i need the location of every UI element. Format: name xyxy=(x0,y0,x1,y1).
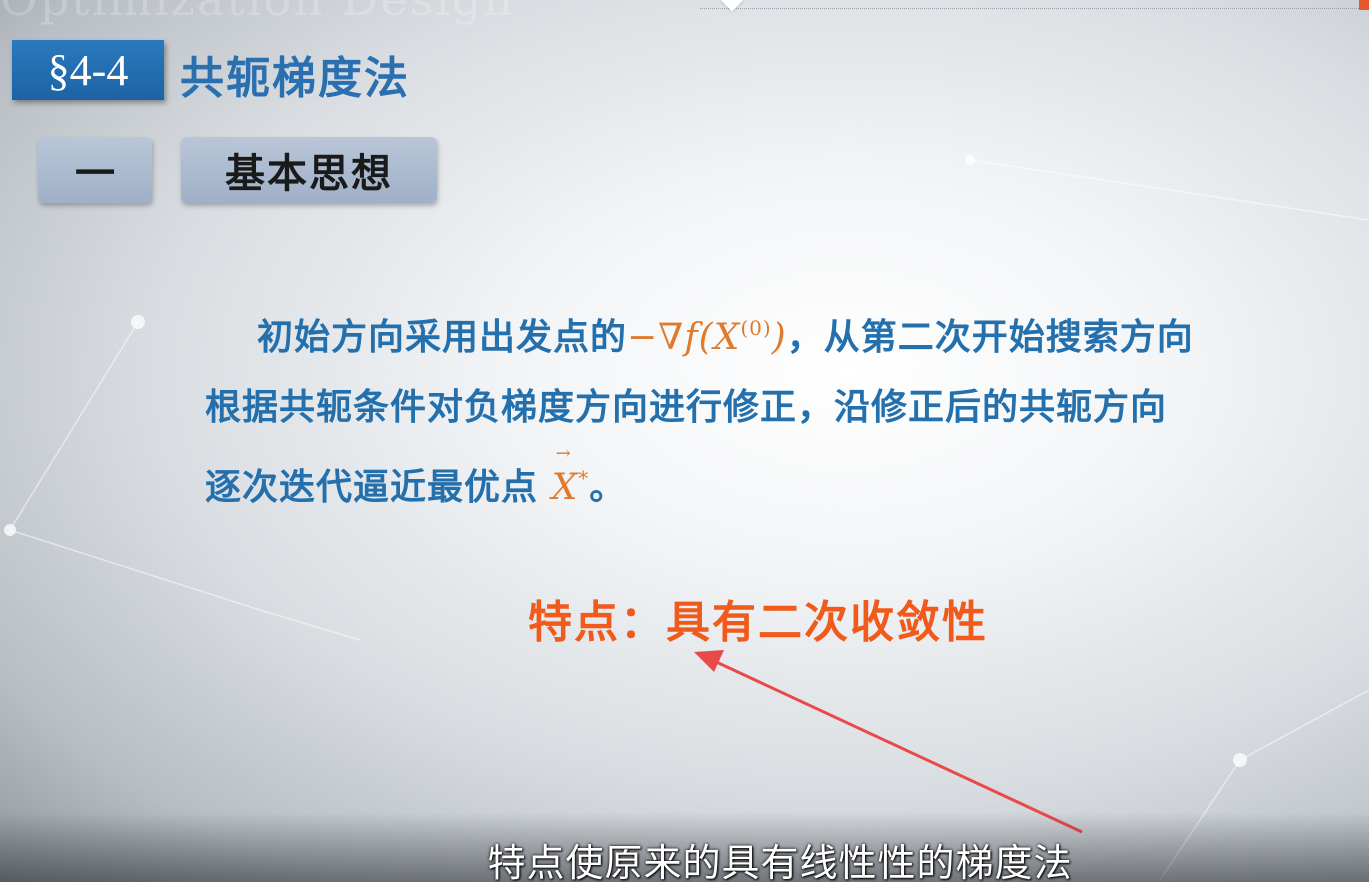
optimum-point-formula: X* xyxy=(551,419,590,523)
section-number-badge: §4-4 xyxy=(12,40,164,100)
formula-superscript: (0) xyxy=(740,316,772,340)
paragraph-line-3: 逐次迭代逼近最优点 X*。 xyxy=(205,419,1345,523)
top-divider xyxy=(700,0,1369,9)
paragraph-line-1: 初始方向采用出发点的−∇f(X(0))，从第二次开始搜索方向 xyxy=(205,293,1345,373)
main-paragraph: 初始方向采用出发点的−∇f(X(0))，从第二次开始搜索方向 根据共轭条件对负梯… xyxy=(205,293,1345,523)
video-subtitle: 特点使原来的具有线性性的梯度法 xyxy=(487,841,1073,882)
watermark: Optimization Design xyxy=(0,0,515,26)
text-segment: 初始方向采用出发点的 xyxy=(257,317,628,358)
text-segment: 。 xyxy=(589,467,627,508)
formula-text: X xyxy=(551,467,579,508)
formula-text: −∇f(X xyxy=(627,317,741,358)
subsection-title: 基本思想 xyxy=(181,137,437,203)
formula-close: ) xyxy=(771,317,787,358)
feature-highlight: 特点：具有二次收敛性 xyxy=(528,597,988,648)
gradient-formula: −∇f(X(0)) xyxy=(627,316,787,358)
subsection-number: 一 xyxy=(38,137,152,203)
section-title: 共轭梯度法 xyxy=(180,53,410,104)
formula-superscript: * xyxy=(578,466,590,490)
paragraph-line-2: 根据共轭条件对负梯度方向进行修正，沿修正后的共轭方向 xyxy=(205,387,1168,428)
text-segment: 逐次迭代逼近最优点 xyxy=(205,467,539,508)
text-segment: ，从第二次开始搜索方向 xyxy=(786,317,1194,358)
corner-marker xyxy=(1359,0,1369,10)
